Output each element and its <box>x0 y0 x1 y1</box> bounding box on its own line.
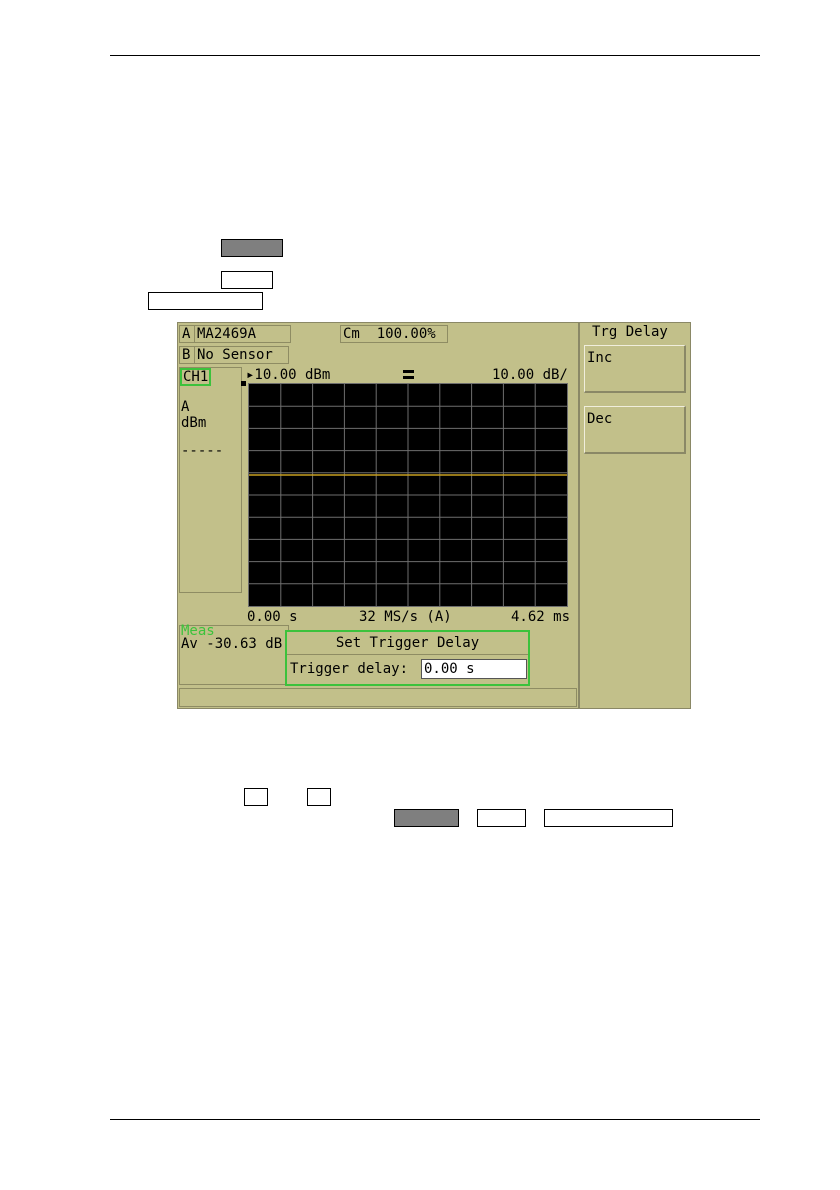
hard-key-box-1 <box>221 239 283 257</box>
side-sensor-letter: A <box>181 399 190 415</box>
softkey-panel-divider <box>578 323 580 708</box>
sensor-a-name: MA2469A <box>197 326 257 342</box>
soft-key-box-2 <box>148 292 263 310</box>
cm-field: Cm 100.00% <box>340 325 448 343</box>
footer-rule <box>110 1119 760 1120</box>
scale-per-division: 10.00 dB/ <box>492 367 568 383</box>
cm-value: 100.00% <box>376 326 436 342</box>
x-axis-end: 4.62 ms <box>511 609 571 625</box>
inc-softkey[interactable]: Inc <box>584 345 686 393</box>
meas-value: Av -30.63 dB <box>181 636 283 652</box>
side-line-style: ----- <box>181 443 224 459</box>
sensor-b-field: B No Sensor <box>179 346 289 364</box>
trace-graticule <box>248 383 568 607</box>
graticule-lines <box>249 384 567 606</box>
hard-key-box-2 <box>394 809 459 827</box>
trigger-marker-icon <box>241 381 246 386</box>
trigger-delay-label: Trigger delay: <box>290 661 409 677</box>
status-bar <box>179 688 577 707</box>
header-rule <box>110 55 760 56</box>
dc-coupling-icon <box>403 370 414 379</box>
sensor-a-field: A MA2469A <box>179 325 291 343</box>
instrument-screen: A MA2469A Cm 100.00% B No Sensor CH1 A dBm… <box>177 322 691 709</box>
cm-label: Cm <box>343 326 360 342</box>
soft-key-box-1 <box>221 271 273 289</box>
x-axis-start: 0.00 s <box>247 609 298 625</box>
sensor-b-name: No Sensor <box>197 347 273 363</box>
set-trigger-delay-dialog: Set Trigger Delay Trigger delay: 0.00 s <box>285 630 530 686</box>
dec-key-box <box>307 788 331 806</box>
sensor-a-letter: A <box>182 326 195 342</box>
inc-key-box <box>244 788 268 806</box>
channel-badge[interactable]: CH1 <box>180 368 212 386</box>
sensor-b-letter: B <box>182 347 195 363</box>
reference-level: ▸10.00 dBm <box>246 367 331 383</box>
dec-softkey[interactable]: Dec <box>584 406 686 454</box>
side-unit: dBm <box>181 415 207 431</box>
menu-title: Trg Delay <box>592 324 668 340</box>
soft-key-box-4 <box>544 809 673 827</box>
soft-key-box-3 <box>477 809 526 827</box>
dialog-title: Set Trigger Delay <box>287 632 528 655</box>
sample-rate: 32 MS/s (A) <box>359 609 452 625</box>
trigger-delay-input[interactable]: 0.00 s <box>421 659 527 679</box>
